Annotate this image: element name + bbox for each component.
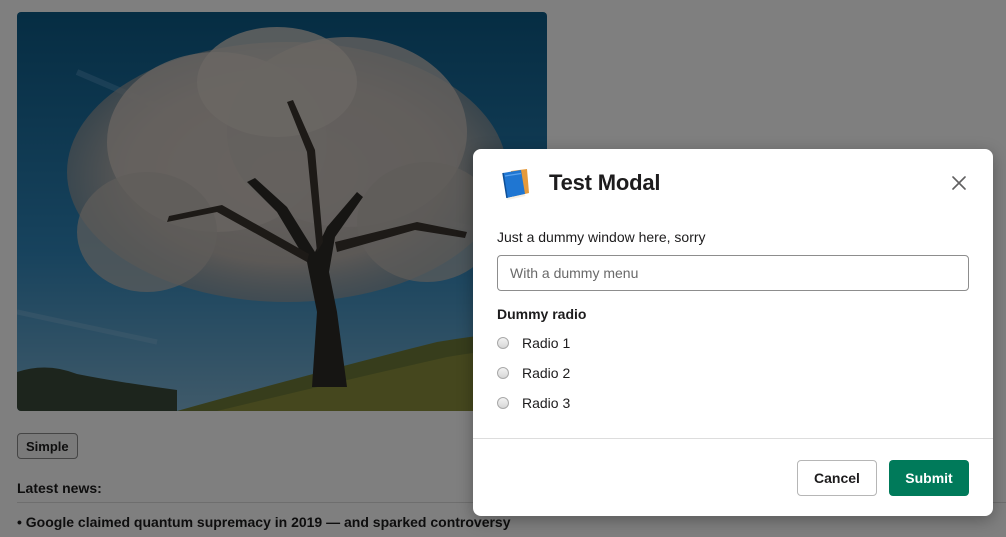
close-button[interactable] <box>947 171 971 195</box>
radio-group-label: Dummy radio <box>497 306 587 322</box>
radio-button[interactable] <box>497 397 509 409</box>
submit-button[interactable]: Submit <box>889 460 969 496</box>
radio-option-label: Radio 3 <box>522 395 571 411</box>
book-icon <box>497 167 533 201</box>
cancel-button[interactable]: Cancel <box>797 460 877 496</box>
radio-option-label: Radio 2 <box>522 365 571 381</box>
footer-divider <box>473 438 993 439</box>
radio-button[interactable] <box>497 367 509 379</box>
dummy-menu-input[interactable] <box>497 255 969 291</box>
test-modal: Test Modal Just a dummy window here, sor… <box>473 149 993 516</box>
radio-option-1[interactable]: Radio 1 <box>497 333 570 353</box>
radio-button[interactable] <box>497 337 509 349</box>
close-icon <box>952 176 966 190</box>
radio-option-label: Radio 1 <box>522 335 571 351</box>
modal-title: Test Modal <box>549 170 661 195</box>
radio-option-2[interactable]: Radio 2 <box>497 363 570 383</box>
radio-option-3[interactable]: Radio 3 <box>497 393 570 413</box>
modal-body-text: Just a dummy window here, sorry <box>497 229 706 245</box>
